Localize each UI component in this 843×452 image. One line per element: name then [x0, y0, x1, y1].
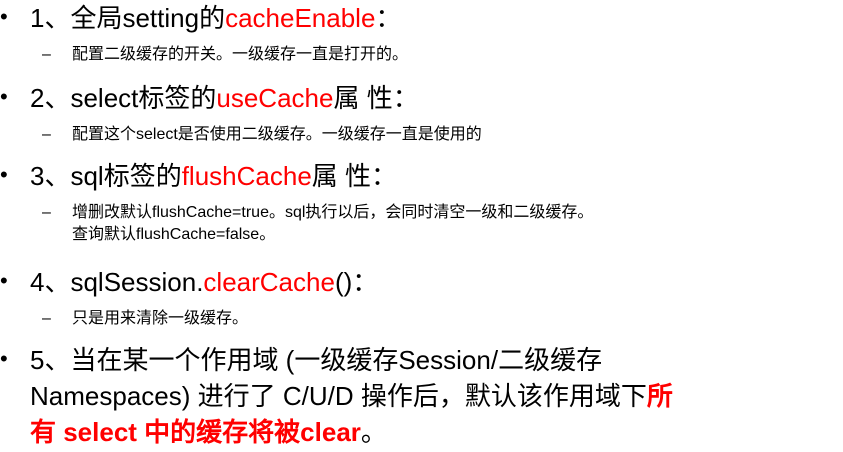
- item-3-highlight: flushCache: [181, 161, 312, 191]
- bullet-icon: •: [0, 268, 8, 293]
- item-5-line-2: Namespaces) 进行了 C/U/D 操作后，默认该作用域下所: [30, 380, 673, 412]
- item-3-prefix: 3、sql标签的: [30, 161, 182, 191]
- item-2-title: 2、select标签的useCache属 性：: [30, 82, 419, 114]
- bullet-icon: •: [0, 84, 8, 109]
- item-1-sub-text: 配置二级缓存的开关。一级缓存一直是打开的。: [72, 46, 409, 63]
- item-4-title: 4、sqlSession.clearCache()：: [30, 266, 378, 298]
- bullet-icon: •: [0, 162, 8, 187]
- item-4-sub-text: 只是用来清除一级缓存。: [72, 310, 249, 327]
- item-5-line-3: 有 select 中的缓存将被clear。: [30, 416, 387, 448]
- item-1-prefix: 1、全局setting的: [30, 3, 226, 33]
- item-2-sub-text: 配置这个select是否使用二级缓存。一级缓存一直是使用的: [72, 126, 482, 143]
- item-1-tail: ：: [375, 3, 402, 33]
- item-4-sub: – 只是用来清除一级缓存。: [42, 308, 248, 330]
- item-3-sub-text-2: 查询默认flushCache=false。: [72, 226, 276, 243]
- item-3-sub: – 增删改默认flushCache=true。sql执行以后，会同时清空一级和二级…: [42, 202, 593, 246]
- item-5-line-2-text: Namespaces) 进行了 C/U/D 操作后，默认该作用域下: [30, 381, 647, 411]
- item-4-prefix: 4、sqlSession.: [30, 267, 204, 297]
- item-5-line-3-tail: 。: [360, 417, 387, 447]
- item-2-sub: – 配置这个select是否使用二级缓存。一级缓存一直是使用的: [42, 124, 482, 146]
- item-5-line-1: 5、当在某一个作用域 (一级缓存Session/二级缓存: [30, 345, 603, 375]
- item-1-highlight: cacheEnable: [225, 3, 376, 33]
- item-5-line-3-red: 有 select 中的缓存将被clear: [30, 417, 361, 447]
- item-4-tail: ()：: [334, 267, 379, 297]
- dash-icon: –: [42, 46, 51, 63]
- dash-icon: –: [42, 204, 51, 221]
- dash-icon: –: [42, 126, 51, 143]
- item-3-tail: 属 性：: [311, 161, 398, 191]
- item-1-title: 1、全局setting的cacheEnable：: [30, 2, 401, 34]
- item-2-tail: 属 性：: [333, 83, 419, 113]
- item-4-highlight: clearCache: [203, 267, 335, 297]
- bullet-icon: •: [0, 4, 8, 29]
- slide: • 1、全局setting的cacheEnable： – 配置二级缓存的开关。一级…: [0, 0, 843, 452]
- item-5-line-2-red: 所: [646, 381, 673, 411]
- item-2-highlight: useCache: [216, 83, 334, 113]
- dash-icon: –: [42, 310, 51, 327]
- bullet-icon: •: [0, 346, 8, 371]
- item-1-sub: – 配置二级缓存的开关。一级缓存一直是打开的。: [42, 44, 408, 66]
- item-3-sub-text-1: 增删改默认flushCache=true。sql执行以后，会同时清空一级和二级缓…: [72, 204, 594, 221]
- item-3-title: 3、sql标签的flushCache属 性：: [30, 160, 397, 192]
- item-2-prefix: 2、select标签的: [30, 83, 217, 113]
